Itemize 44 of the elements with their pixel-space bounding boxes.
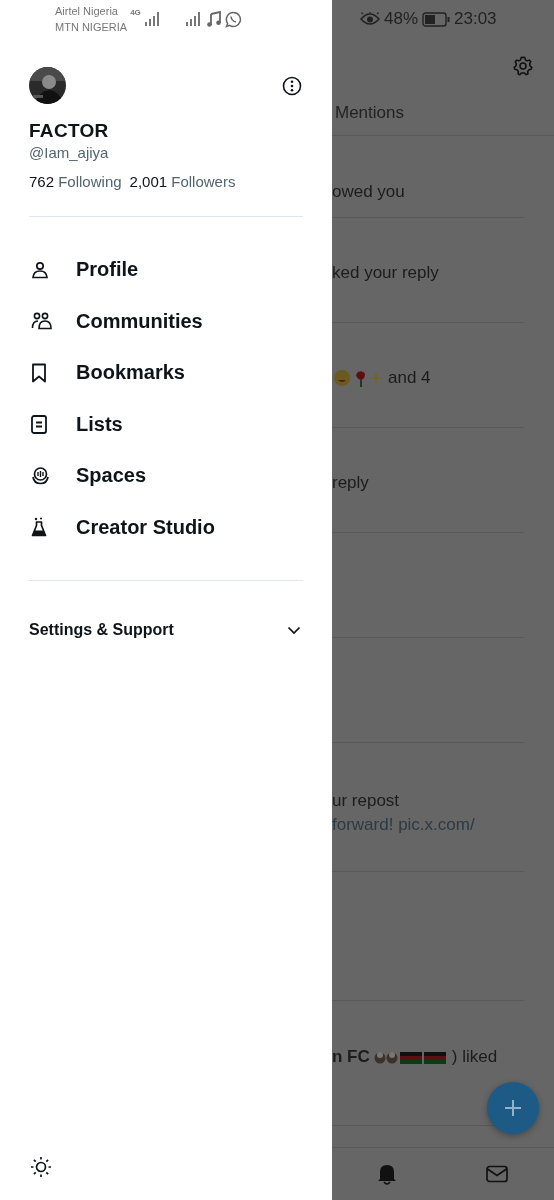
battery-percent: 48% [384, 9, 419, 29]
settings-support-toggle[interactable]: Settings & Support [29, 621, 303, 639]
mail-icon[interactable] [486, 1165, 508, 1183]
sun-icon[interactable] [30, 1156, 52, 1178]
menu-item[interactable]: Profile [29, 244, 303, 296]
notification-text: ked your reply [332, 262, 440, 284]
carrier-name: MTN NIGERIA [55, 20, 128, 35]
emoji-drawing [332, 368, 384, 388]
profile-handle: @Iam_ajiya [29, 144, 110, 161]
notification-text: reply [332, 472, 370, 494]
chat-bubble-icon [224, 10, 242, 28]
person-icon [31, 260, 49, 279]
carrier-name: Airtel Nigeria [55, 4, 119, 19]
signal-icon [143, 11, 162, 27]
menu-item[interactable]: Communities [29, 295, 303, 347]
notification-text: ur repost [332, 790, 401, 812]
people-icon [31, 312, 52, 331]
menu-item[interactable]: Lists [29, 398, 303, 450]
notification-text: ) liked [451, 1046, 498, 1068]
profile-name: FACTOR [29, 120, 110, 142]
bookmark-icon [31, 362, 47, 383]
list-icon [31, 414, 47, 434]
menu-item[interactable]: Bookmarks [29, 347, 303, 399]
notification-text: forward! pic.x.com/ [332, 814, 476, 836]
notification-text: owed you [332, 181, 406, 203]
music-note-icon [205, 11, 222, 27]
menu-item[interactable]: Creator Studio [29, 501, 303, 553]
clock-time: 23:03 [454, 9, 497, 29]
menu-item[interactable]: Spaces [29, 450, 303, 502]
signal-icon [184, 11, 203, 27]
following-link[interactable]: 762 Following [29, 173, 122, 190]
account-name: n FC [332, 1046, 370, 1068]
flask-icon [31, 517, 47, 538]
bell-icon[interactable] [377, 1163, 397, 1185]
battery-icon [422, 11, 451, 27]
compose-button[interactable] [487, 1082, 539, 1134]
network-type: 4G [130, 8, 141, 17]
more-options-icon[interactable] [282, 75, 302, 96]
followers-link[interactable]: 2,001 Followers [129, 173, 236, 190]
microphone-icon [31, 466, 50, 486]
eye-icon [360, 12, 380, 26]
plus-icon [503, 1098, 523, 1118]
notification-text: and 4 [388, 367, 431, 389]
settings-icon[interactable] [512, 55, 534, 77]
